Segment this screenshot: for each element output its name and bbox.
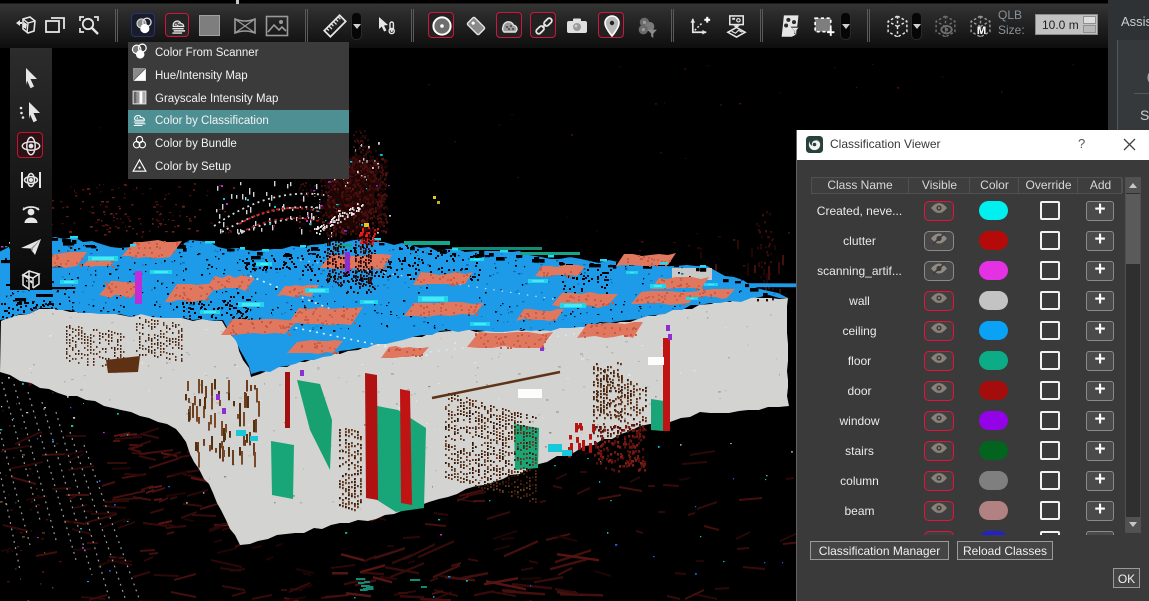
svg-text:M: M bbox=[977, 25, 987, 37]
